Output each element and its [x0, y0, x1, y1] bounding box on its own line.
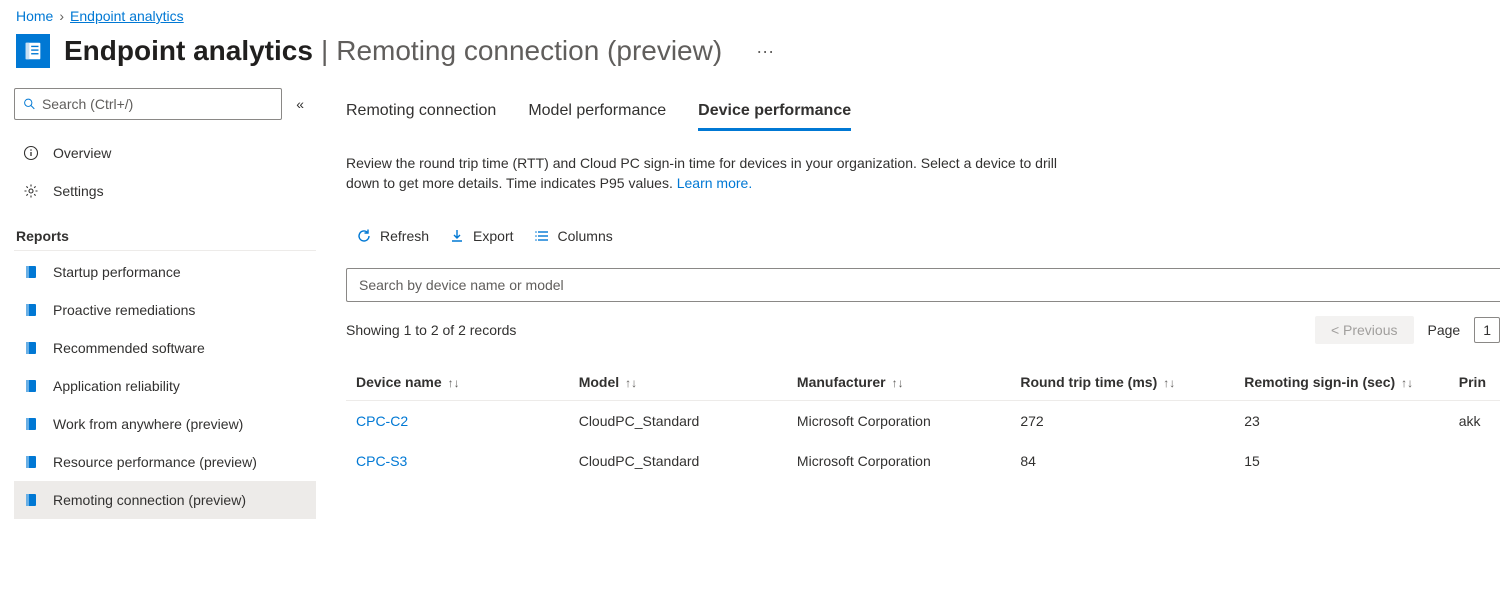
export-button[interactable]: Export: [449, 228, 513, 244]
sidebar-item-work-from-anywhere[interactable]: Work from anywhere (preview): [14, 405, 316, 443]
sidebar-item-remoting-connection[interactable]: Remoting connection (preview): [14, 481, 316, 519]
collapse-sidebar-button[interactable]: «: [292, 92, 308, 116]
sidebar-item-settings[interactable]: Settings: [14, 172, 316, 210]
col-header-signin[interactable]: Remoting sign-in (sec)↑↓: [1234, 364, 1449, 401]
cell-primary: akk: [1449, 400, 1500, 441]
pager: < Previous Page 1: [1315, 316, 1500, 344]
col-header-manufacturer[interactable]: Manufacturer↑↓: [787, 364, 1010, 401]
export-label: Export: [473, 228, 513, 244]
report-icon: [23, 264, 39, 280]
sidebar-item-proactive-remediations[interactable]: Proactive remediations: [14, 291, 316, 329]
description-text: Review the round trip time (RTT) and Clo…: [346, 153, 1066, 194]
sort-icon: ↑↓: [892, 376, 904, 390]
sidebar-item-label: Proactive remediations: [53, 302, 195, 318]
sort-icon: ↑↓: [1163, 376, 1175, 390]
device-table: Device name↑↓ Model↑↓ Manufacturer↑↓ Rou…: [346, 364, 1500, 481]
tab-remoting-connection[interactable]: Remoting connection: [346, 96, 496, 131]
more-actions-button[interactable]: ···: [756, 41, 774, 62]
analytics-icon: [16, 34, 50, 68]
cell-model: CloudPC_Standard: [569, 441, 787, 481]
col-header-device-name[interactable]: Device name↑↓: [346, 364, 569, 401]
sidebar-item-resource-performance[interactable]: Resource performance (preview): [14, 443, 316, 481]
info-icon: [23, 145, 39, 161]
breadcrumb: Home › Endpoint analytics: [0, 0, 1500, 28]
sidebar-item-label: Startup performance: [53, 264, 181, 280]
sidebar-item-application-reliability[interactable]: Application reliability: [14, 367, 316, 405]
page-label: Page: [1428, 322, 1461, 338]
device-link[interactable]: CPC-C2: [356, 413, 408, 429]
report-icon: [23, 416, 39, 432]
table-row[interactable]: CPC-S3 CloudPC_Standard Microsoft Corpor…: [346, 441, 1500, 481]
sidebar-item-label: Resource performance (preview): [53, 454, 257, 470]
device-link[interactable]: CPC-S3: [356, 453, 407, 469]
cell-signin: 23: [1234, 400, 1449, 441]
sidebar-search-input[interactable]: [42, 96, 273, 112]
cell-signin: 15: [1234, 441, 1449, 481]
report-icon: [23, 302, 39, 318]
table-row[interactable]: CPC-C2 CloudPC_Standard Microsoft Corpor…: [346, 400, 1500, 441]
col-header-model[interactable]: Model↑↓: [569, 364, 787, 401]
sidebar-item-label: Recommended software: [53, 340, 205, 356]
download-icon: [449, 228, 465, 244]
report-icon: [23, 454, 39, 470]
breadcrumb-current[interactable]: Endpoint analytics: [70, 8, 184, 24]
cell-model: CloudPC_Standard: [569, 400, 787, 441]
search-icon: [23, 97, 36, 111]
cell-manufacturer: Microsoft Corporation: [787, 400, 1010, 441]
sidebar-item-label: Remoting connection (preview): [53, 492, 246, 508]
sidebar: « Overview Settings Reports Startup perf…: [0, 88, 316, 519]
report-icon: [23, 492, 39, 508]
tab-device-performance[interactable]: Device performance: [698, 96, 851, 131]
filter-input[interactable]: [346, 268, 1500, 302]
cell-rtt: 272: [1010, 400, 1234, 441]
refresh-label: Refresh: [380, 228, 429, 244]
refresh-icon: [356, 228, 372, 244]
columns-icon: [534, 228, 550, 244]
sort-icon: ↑↓: [1401, 376, 1413, 390]
col-header-rtt[interactable]: Round trip time (ms)↑↓: [1010, 364, 1234, 401]
page-number-input[interactable]: 1: [1474, 317, 1500, 343]
page-title: Endpoint analytics | Remoting connection…: [64, 35, 722, 67]
col-header-primary[interactable]: Prin: [1449, 364, 1500, 401]
sort-icon: ↑↓: [625, 376, 637, 390]
sidebar-item-startup-performance[interactable]: Startup performance: [14, 253, 316, 291]
breadcrumb-separator: ›: [59, 8, 64, 24]
breadcrumb-home[interactable]: Home: [16, 8, 53, 24]
main-content: Remoting connection Model performance De…: [316, 88, 1500, 519]
page-header: Endpoint analytics | Remoting connection…: [0, 28, 1500, 88]
sidebar-section-reports: Reports: [14, 210, 316, 251]
gear-icon: [23, 183, 39, 199]
report-icon: [23, 378, 39, 394]
page-title-sub: Remoting connection (preview): [336, 35, 722, 67]
previous-page-button[interactable]: < Previous: [1315, 316, 1414, 344]
columns-label: Columns: [558, 228, 613, 244]
sidebar-item-label: Work from anywhere (preview): [53, 416, 243, 432]
cell-manufacturer: Microsoft Corporation: [787, 441, 1010, 481]
record-count: Showing 1 to 2 of 2 records: [346, 322, 516, 338]
refresh-button[interactable]: Refresh: [356, 228, 429, 244]
cell-rtt: 84: [1010, 441, 1234, 481]
learn-more-link[interactable]: Learn more.: [677, 175, 752, 191]
toolbar: Refresh Export Columns: [356, 228, 1500, 244]
tabs: Remoting connection Model performance De…: [346, 96, 1500, 131]
sidebar-item-recommended-software[interactable]: Recommended software: [14, 329, 316, 367]
columns-button[interactable]: Columns: [534, 228, 613, 244]
sidebar-item-overview[interactable]: Overview: [14, 134, 316, 172]
sidebar-search-box[interactable]: [14, 88, 282, 120]
report-icon: [23, 340, 39, 356]
page-title-main: Endpoint analytics: [64, 35, 313, 67]
tab-model-performance[interactable]: Model performance: [528, 96, 666, 131]
sidebar-item-label: Application reliability: [53, 378, 180, 394]
sort-icon: ↑↓: [448, 376, 460, 390]
sidebar-item-label: Settings: [53, 183, 104, 199]
sidebar-item-label: Overview: [53, 145, 111, 161]
cell-primary: [1449, 441, 1500, 481]
